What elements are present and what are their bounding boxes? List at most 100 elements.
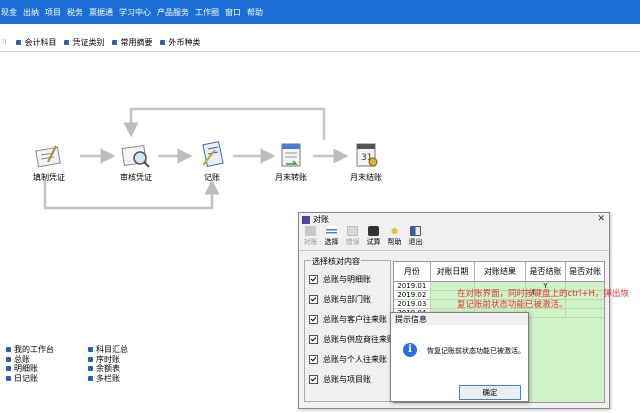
- menu-cash[interactable]: 现金: [1, 7, 17, 18]
- message-box-body: i 恢复记账前状态功能已被激活。 确定: [391, 325, 528, 401]
- option-gl-personal[interactable]: 总账与个人往来账: [309, 354, 387, 365]
- option-label: 总账与供应商往来账: [323, 335, 395, 344]
- message-box-titlebar[interactable]: 提示信息: [391, 313, 528, 325]
- reconcile-icon: [305, 226, 316, 236]
- quick-link-label: 科目汇总: [96, 345, 128, 354]
- quick-link-detail-ledger[interactable]: 明细账: [6, 364, 54, 374]
- summary-icon: [88, 347, 93, 353]
- checkbox-checked-icon: [309, 295, 318, 304]
- balance-icon: [88, 366, 93, 372]
- menu-workcircle[interactable]: 工作圈: [195, 7, 219, 18]
- cell-month: 2019.02: [394, 291, 431, 299]
- quick-list-left: 我的工作台 总账 明细账 日记账: [6, 345, 54, 383]
- toolbar-label: 外币种类: [168, 37, 201, 47]
- toolbar: ⁞⁞ 会计科目 凭证类别 常用摘要 外币种类: [0, 34, 640, 50]
- reconcile-options-group: 选择核对内容 总账与明细账 总账与部门账 总账与客户往来账 总账与供应商往来账 …: [304, 256, 395, 402]
- menu-help[interactable]: 帮助: [247, 7, 263, 18]
- quick-list-right: 科目汇总 序时账 余额表 多栏账: [88, 345, 128, 383]
- quick-link-label: 多栏账: [96, 373, 120, 383]
- toolbar-summaries-button[interactable]: 常用摘要: [112, 37, 152, 48]
- error-button[interactable]: 错误: [343, 226, 362, 247]
- option-gl-supplier[interactable]: 总账与供应商往来账: [309, 334, 395, 345]
- option-label: 总账与个人往来账: [323, 355, 387, 364]
- toolbar-label: 凭证类别: [72, 37, 105, 47]
- flow-node-month-end-transfer[interactable]: 月末转账: [261, 140, 321, 183]
- menu-cashier[interactable]: 出纳: [23, 7, 39, 18]
- quick-link-label: 总账: [14, 354, 30, 364]
- menu-bills[interactable]: 票据通: [89, 7, 113, 18]
- tool-label: 错误: [345, 238, 360, 246]
- reconcile-window-titlebar[interactable]: 对账 ✕: [299, 213, 609, 226]
- flow-label: 月末转账: [275, 173, 307, 182]
- quick-link-workbench[interactable]: 我的工作台: [6, 345, 54, 355]
- checkbox-checked-icon: [309, 315, 318, 324]
- column-header-date[interactable]: 对账日期: [431, 262, 476, 281]
- tool-label: 帮助: [387, 238, 402, 246]
- menu-learning[interactable]: 学习中心: [119, 7, 151, 18]
- quick-link-balance[interactable]: 余额表: [88, 364, 128, 374]
- cell-month: 2019.03: [394, 300, 431, 308]
- column-header-month[interactable]: 月份: [394, 262, 431, 281]
- journal-icon: [6, 375, 11, 381]
- option-gl-customer[interactable]: 总账与客户往来账: [309, 314, 387, 325]
- column-header-result[interactable]: 对账结果: [475, 262, 526, 281]
- select-button[interactable]: 选择: [322, 226, 341, 247]
- flow-label: 审核凭证: [120, 173, 152, 182]
- checkbox-checked-icon: [309, 355, 318, 364]
- checkbox-checked-icon: [309, 275, 318, 284]
- toolbar-label: 会计科目: [24, 37, 57, 47]
- select-icon: [326, 226, 337, 236]
- summaries-icon: [112, 39, 118, 45]
- voucher-review-icon: [121, 144, 150, 168]
- option-gl-detail[interactable]: 总账与明细账: [309, 274, 371, 285]
- menu-tax[interactable]: 税务: [67, 7, 83, 18]
- toolbar-grip-icon[interactable]: ⁞⁞: [2, 38, 6, 46]
- option-gl-department[interactable]: 总账与部门账: [309, 294, 371, 305]
- help-button[interactable]: 帮助: [385, 226, 404, 247]
- quick-link-chronological[interactable]: 序时账: [88, 355, 128, 365]
- column-header-reconciled[interactable]: 是否对账: [566, 262, 604, 281]
- menu-window[interactable]: 窗口: [225, 7, 241, 18]
- close-icon[interactable]: ✕: [597, 214, 605, 224]
- quick-link-general-ledger[interactable]: 总账: [6, 355, 54, 365]
- currency-icon: [160, 39, 166, 45]
- toolbar-currency-button[interactable]: 外币种类: [160, 37, 200, 48]
- menu-products[interactable]: 产品服务: [157, 7, 189, 18]
- ok-button[interactable]: 确定: [459, 385, 521, 400]
- ledger-icon: [88, 375, 93, 381]
- quick-link-multi-column[interactable]: 多栏账: [88, 374, 128, 384]
- quick-link-label: 余额表: [96, 364, 120, 373]
- quick-link-label: 序时账: [96, 354, 120, 364]
- trial-balance-button[interactable]: 试算: [364, 226, 383, 247]
- flow-node-enter-voucher[interactable]: 填制凭证: [19, 142, 79, 183]
- flow-node-month-end-close[interactable]: 31 月末结账: [336, 140, 396, 183]
- option-gl-project[interactable]: 总账与项目账: [309, 374, 371, 385]
- flow-node-review-voucher[interactable]: 审核凭证: [106, 140, 166, 183]
- option-label: 总账与项目账: [323, 375, 371, 384]
- error-icon: [347, 226, 358, 236]
- voucher-types-icon: [64, 39, 70, 45]
- flow-node-post[interactable]: 记账: [182, 140, 242, 183]
- ledger-icon: [6, 356, 11, 362]
- tool-label: 对账: [303, 238, 318, 246]
- toolbar-accounts-button[interactable]: 会计科目: [16, 37, 56, 48]
- option-label: 总账与部门账: [323, 295, 371, 304]
- column-header-closed[interactable]: 是否结账: [526, 262, 567, 281]
- reconcile-button[interactable]: 对账: [301, 226, 320, 247]
- quick-link-account-summary[interactable]: 科目汇总: [88, 345, 128, 355]
- cell-month: 2019.01: [394, 282, 431, 290]
- reconcile-toolbar: 对账 选择 错误 试算 帮助 退出: [299, 226, 609, 251]
- group-title: 选择核对内容: [311, 256, 361, 267]
- quick-link-journal[interactable]: 日记账: [6, 374, 54, 384]
- message-text: 恢复记账前状态功能已被激活。: [427, 347, 525, 355]
- window-app-icon: [302, 215, 310, 224]
- menu-project[interactable]: 项目: [45, 7, 61, 18]
- exit-button[interactable]: 退出: [406, 226, 425, 247]
- checkbox-checked-icon: [309, 375, 318, 384]
- flow-label: 记账: [204, 173, 220, 182]
- voucher-entry-icon: [35, 145, 61, 168]
- quick-link-label: 我的工作台: [14, 345, 54, 354]
- ledger-post-icon: [202, 140, 224, 168]
- option-label: 总账与明细账: [323, 275, 371, 284]
- toolbar-voucher-types-button[interactable]: 凭证类别: [64, 37, 104, 48]
